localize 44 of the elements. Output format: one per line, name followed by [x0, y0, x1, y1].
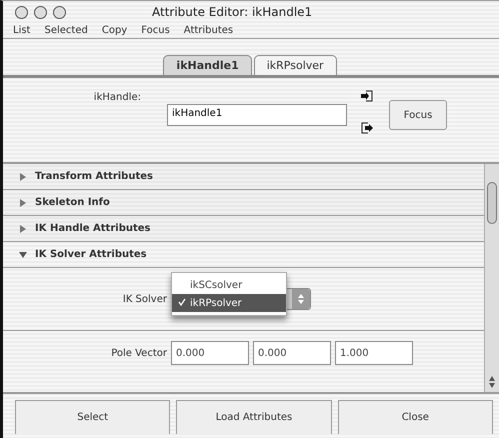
field-label: ikHandle: — [92, 91, 141, 105]
section-header[interactable]: IK Handle Attributes — [3, 216, 484, 242]
action-button[interactable]: Close — [338, 400, 493, 434]
window-control-icon[interactable] — [15, 6, 28, 18]
input-connection-icon[interactable] — [361, 90, 373, 102]
menu-option[interactable]: ikRPsolver — [172, 294, 286, 312]
focus-button[interactable]: Focus — [389, 100, 447, 130]
section-header[interactable]: Skeleton Info — [3, 190, 484, 216]
output-connection-icon[interactable] — [361, 122, 373, 134]
section-title: Transform Attributes — [35, 171, 153, 182]
section-title: IK Handle Attributes — [35, 223, 150, 234]
menu-item[interactable]: Attributes — [184, 25, 234, 36]
disclosure-triangle-icon[interactable] — [19, 198, 27, 206]
number-field[interactable]: 0.000 — [171, 341, 249, 365]
menu-item[interactable]: Focus — [141, 25, 170, 36]
section-header[interactable]: IK Solver Attributes — [3, 242, 484, 268]
menu-item[interactable]: Copy — [102, 25, 128, 36]
action-button[interactable]: Select — [15, 400, 170, 434]
checkmark-icon — [178, 298, 186, 306]
tab[interactable]: ikRPsolver — [254, 55, 337, 75]
stepper-arrows-icon — [298, 294, 304, 304]
section-header[interactable]: Transform Attributes — [3, 164, 484, 190]
field-label: Pole Vector — [110, 348, 167, 358]
action-button[interactable]: Load Attributes — [176, 400, 332, 434]
window-control-icon[interactable] — [34, 6, 47, 18]
scroll-down-icon[interactable] — [489, 383, 495, 388]
section-title: Skeleton Info — [35, 197, 110, 208]
disclosure-triangle-icon[interactable] — [19, 224, 27, 232]
window-control-icon[interactable] — [53, 6, 66, 18]
menu-item[interactable]: Selected — [44, 25, 88, 36]
menu-option[interactable]: ikSCsolver — [172, 276, 286, 294]
window-title: Attribute Editor: ikHandle1 — [152, 5, 312, 19]
scrollbar[interactable] — [484, 164, 499, 392]
number-field[interactable]: 0.000 — [253, 341, 331, 365]
tab[interactable]: ikHandle1 — [163, 55, 252, 75]
scroll-up-icon[interactable] — [489, 376, 495, 381]
field-label: IK Solver — [122, 294, 167, 304]
node-name-field[interactable]: ikHandle1 — [167, 104, 347, 126]
number-field[interactable]: 1.000 — [335, 341, 413, 365]
section-title: IK Solver Attributes — [35, 249, 147, 260]
disclosure-triangle-icon[interactable] — [19, 172, 27, 180]
scroll-thumb[interactable] — [487, 182, 497, 224]
disclosure-triangle-icon[interactable] — [19, 250, 27, 258]
menu-item[interactable]: List — [13, 25, 30, 36]
